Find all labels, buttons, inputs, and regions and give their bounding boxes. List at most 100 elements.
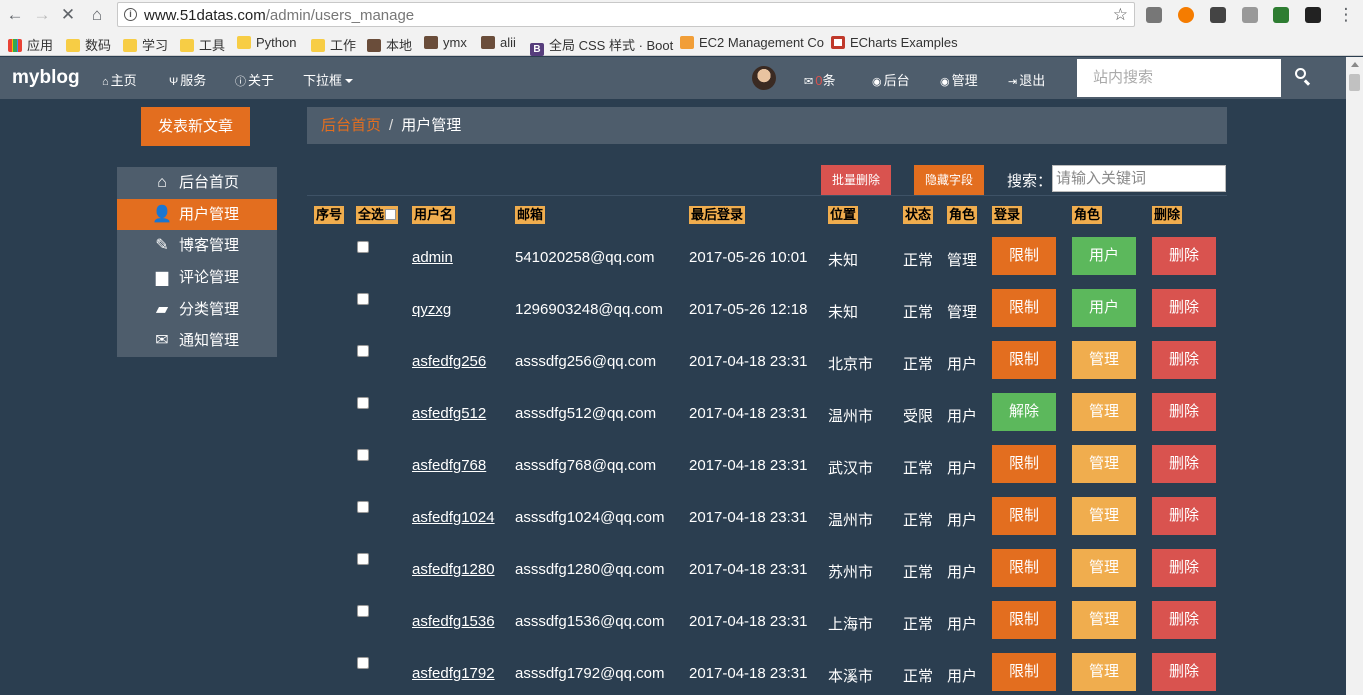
keyword-search-input[interactable]: 请输入关键词	[1052, 165, 1226, 192]
delete-button[interactable]: 删除	[1152, 393, 1216, 431]
bookmark-link[interactable]: ymx	[424, 35, 467, 50]
delete-button[interactable]: 删除	[1152, 601, 1216, 639]
search-icon[interactable]	[1292, 66, 1314, 88]
username-link[interactable]: asfedfg1024	[412, 509, 495, 526]
role-toggle-button[interactable]: 管理	[1072, 653, 1136, 691]
role-toggle-button[interactable]: 管理	[1072, 497, 1136, 535]
bulk-delete-button[interactable]: 批量删除	[821, 165, 891, 195]
search-label: 搜索：	[1007, 173, 1053, 190]
sidebar-item[interactable]: ⌂ 后台首页	[117, 167, 277, 199]
delete-button[interactable]: 删除	[1152, 653, 1216, 691]
username-link[interactable]: asfedfg512	[412, 405, 486, 422]
address-bar[interactable]: i www.51datas.com/admin/users_manage ☆	[117, 2, 1135, 27]
delete-button[interactable]: 删除	[1152, 549, 1216, 587]
username-link[interactable]: admin	[412, 249, 453, 266]
bookmark-folder[interactable]: 工作	[311, 35, 356, 54]
url-host: www.51datas.com	[144, 7, 266, 24]
username-link[interactable]: asfedfg1792	[412, 665, 495, 682]
last-login-cell: 2017-05-26 10:01	[689, 249, 808, 266]
bookmark-folder[interactable]: 数码	[66, 35, 111, 54]
login-toggle-button[interactable]: 限制	[992, 289, 1056, 327]
login-toggle-button[interactable]: 限制	[992, 497, 1056, 535]
sidebar-item[interactable]: 👤 用户管理	[117, 198, 277, 231]
bookmark-link[interactable]: ECharts Examples	[831, 35, 958, 50]
home-icon[interactable]: ⌂	[86, 4, 108, 26]
nav-home[interactable]: ⌂ 主页	[102, 70, 137, 89]
last-login-cell: 2017-05-26 12:18	[689, 301, 808, 318]
row-checkbox[interactable]	[357, 449, 369, 461]
role-toggle-button[interactable]: 管理	[1072, 445, 1136, 483]
username-link[interactable]: asfedfg768	[412, 457, 486, 474]
login-toggle-button[interactable]: 限制	[992, 549, 1056, 587]
select-all-checkbox[interactable]	[385, 209, 397, 220]
row-checkbox[interactable]	[357, 605, 369, 617]
delete-button[interactable]: 删除	[1152, 497, 1216, 535]
scroll-thumb[interactable]	[1349, 74, 1360, 91]
login-toggle-button[interactable]: 限制	[992, 237, 1056, 275]
row-checkbox[interactable]	[357, 657, 369, 669]
site-info-icon[interactable]: i	[124, 8, 137, 21]
extension-icon[interactable]	[1178, 7, 1194, 23]
nav-backend[interactable]: ◉ 后台	[872, 70, 910, 89]
login-toggle-button[interactable]: 限制	[992, 653, 1056, 691]
extension-icon[interactable]	[1305, 7, 1321, 23]
bookmark-star-icon[interactable]: ☆	[1113, 5, 1128, 25]
avatar[interactable]	[752, 66, 776, 90]
role-toggle-button[interactable]: 管理	[1072, 341, 1136, 379]
hide-fields-button[interactable]: 隐藏字段	[914, 165, 984, 195]
back-arrow-icon[interactable]: ←	[4, 4, 26, 26]
bookmark-link[interactable]: B 全局 CSS 样式 · Boot	[530, 35, 673, 56]
nav-services[interactable]: Ψ 服务	[169, 70, 206, 89]
login-toggle-button[interactable]: 解除	[992, 393, 1056, 431]
forward-arrow-icon[interactable]: →	[31, 4, 53, 26]
extension-icon[interactable]	[1273, 7, 1289, 23]
role-toggle-button[interactable]: 用户	[1072, 237, 1136, 275]
row-checkbox[interactable]	[357, 501, 369, 513]
bookmark-apps[interactable]: 应用	[8, 35, 53, 54]
bookmark-link[interactable]: EC2 Management Co	[680, 35, 824, 50]
extension-icon[interactable]	[1146, 7, 1162, 23]
role-toggle-button[interactable]: 用户	[1072, 289, 1136, 327]
row-checkbox[interactable]	[357, 241, 369, 253]
breadcrumb-home-link[interactable]: 后台首页	[321, 117, 381, 134]
delete-button[interactable]: 删除	[1152, 445, 1216, 483]
scroll-up-arrow-icon[interactable]	[1351, 62, 1359, 67]
site-search-input[interactable]: 站内搜索	[1077, 59, 1281, 97]
status-cell: 正常	[903, 304, 934, 321]
column-header-select-all[interactable]: 全选	[356, 206, 399, 224]
row-checkbox[interactable]	[357, 293, 369, 305]
username-link[interactable]: asfedfg256	[412, 353, 486, 370]
brand-logo[interactable]: myblog	[12, 67, 80, 89]
role-toggle-button[interactable]: 管理	[1072, 393, 1136, 431]
role-toggle-button[interactable]: 管理	[1072, 601, 1136, 639]
username-link[interactable]: asfedfg1280	[412, 561, 495, 578]
row-checkbox[interactable]	[357, 397, 369, 409]
username-link[interactable]: asfedfg1536	[412, 613, 495, 630]
nav-about[interactable]: ⓘ 关于	[235, 70, 274, 89]
row-checkbox[interactable]	[357, 553, 369, 565]
delete-button[interactable]: 删除	[1152, 341, 1216, 379]
login-toggle-button[interactable]: 限制	[992, 341, 1056, 379]
username-link[interactable]: qyzxg	[412, 301, 451, 318]
role-toggle-button[interactable]: 管理	[1072, 549, 1136, 587]
login-toggle-button[interactable]: 限制	[992, 445, 1056, 483]
stop-loading-icon[interactable]: ✕	[57, 4, 79, 26]
nav-messages[interactable]: ✉ 0条	[804, 70, 835, 89]
delete-button[interactable]: 删除	[1152, 237, 1216, 275]
delete-button[interactable]: 删除	[1152, 289, 1216, 327]
email-cell: asssdfg768@qq.com	[515, 457, 657, 474]
menu-dots-icon[interactable]: ⋮	[1335, 4, 1357, 26]
nav-admin[interactable]: ◉ 管理	[940, 70, 978, 89]
bookmark-link[interactable]: 本地	[367, 35, 412, 54]
login-toggle-button[interactable]: 限制	[992, 601, 1056, 639]
nav-logout[interactable]: ⇥ 退出	[1008, 70, 1045, 89]
bookmark-folder[interactable]: 学习	[123, 35, 168, 54]
new-post-button[interactable]: 发表新文章	[141, 107, 250, 146]
bookmark-folder[interactable]: Python	[237, 35, 296, 50]
bookmark-folder[interactable]: 工具	[180, 35, 225, 54]
extension-icon[interactable]	[1210, 7, 1226, 23]
extension-icon[interactable]	[1242, 7, 1258, 23]
row-checkbox[interactable]	[357, 345, 369, 357]
nav-dropdown[interactable]: 下拉框	[303, 70, 354, 89]
bookmark-link[interactable]: alii	[481, 35, 516, 50]
